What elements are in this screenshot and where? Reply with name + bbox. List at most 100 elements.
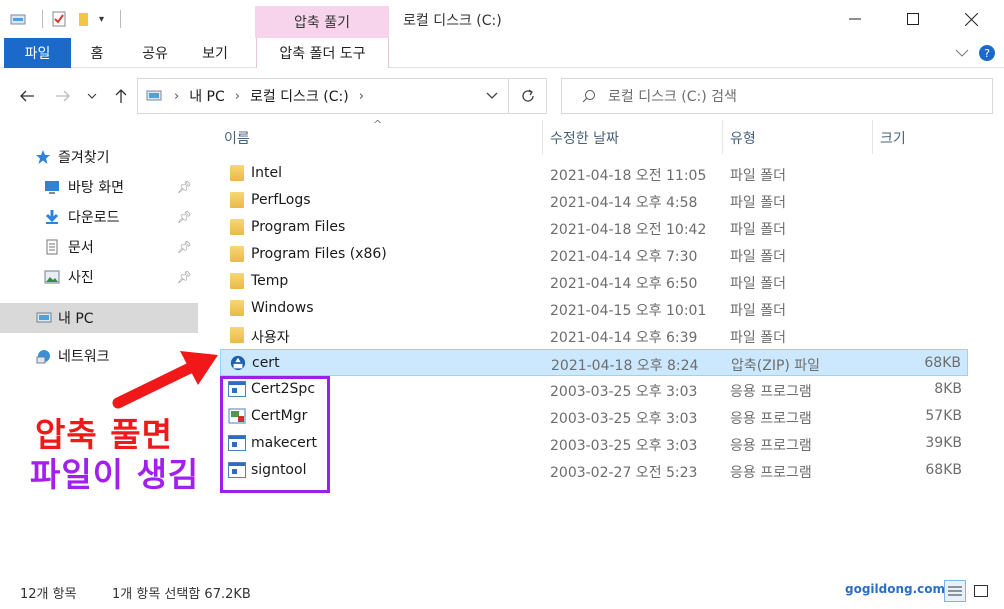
file-row[interactable]: makecert 2003-03-25 오후 3:03 응용 프로그램 39KB	[220, 430, 968, 457]
tab-share[interactable]: 공유	[133, 38, 177, 68]
drive-icon[interactable]	[10, 11, 26, 27]
picture-icon	[44, 270, 60, 284]
column-header-name[interactable]: 이름	[224, 128, 250, 148]
file-type: 파일 폴더	[730, 330, 786, 346]
ribbon-expand-icon[interactable]	[955, 48, 969, 58]
file-row[interactable]: Windows 2021-04-15 오후 10:01 파일 폴더	[220, 295, 968, 322]
maximize-button[interactable]	[884, 0, 942, 38]
file-name: Temp	[251, 273, 289, 289]
nav-this-pc[interactable]: 내 PC	[0, 303, 198, 333]
search-placeholder: 로컬 디스크 (C:) 검색	[608, 89, 737, 105]
folder-icon	[230, 273, 244, 289]
file-type: 파일 폴더	[730, 249, 786, 265]
nav-item-label: 다운로드	[68, 210, 120, 226]
nav-item-documents[interactable]: 문서 📌︎	[0, 233, 198, 261]
tab-view[interactable]: 보기	[193, 38, 237, 68]
file-row[interactable]: 사용자 2021-04-14 오후 6:39 파일 폴더	[220, 322, 968, 349]
column-header-size[interactable]: 크기	[880, 128, 906, 148]
file-row[interactable]: Program Files (x86) 2021-04-14 오후 7:30 파일 …	[220, 241, 968, 268]
nav-item-desktop[interactable]: 바탕 화면 📌︎	[0, 173, 198, 201]
pin-icon[interactable]: 📌︎	[177, 270, 192, 284]
nav-network-label: 네트워크	[58, 349, 110, 365]
folder-icon	[230, 192, 244, 208]
back-arrow-icon	[20, 90, 34, 102]
file-date: 2021-04-14 오후 6:50	[550, 276, 698, 292]
file-size: 68KB	[924, 355, 961, 371]
pin-icon[interactable]: 📌︎	[177, 180, 192, 194]
file-row[interactable]: Intel 2021-04-18 오전 11:05 파일 폴더	[220, 160, 968, 187]
details-view-button[interactable]	[944, 580, 966, 602]
tab-home[interactable]: 홈	[78, 38, 116, 68]
file-row[interactable]: Cert2Spc 2003-03-25 오후 3:03 응용 프로그램 8KB	[220, 376, 968, 403]
file-row[interactable]: Temp 2021-04-14 오후 6:50 파일 폴더	[220, 268, 968, 295]
tab-compressed-folder-tools[interactable]: 압축 폴더 도구	[256, 38, 389, 68]
file-date: 2021-04-14 오후 6:39	[550, 330, 698, 346]
recent-locations-button[interactable]	[84, 85, 100, 107]
breadcrumb-this-pc[interactable]: 내 PC	[189, 86, 225, 106]
maximize-icon	[907, 13, 919, 25]
file-type: 응용 프로그램	[730, 438, 812, 454]
file-type: 압축(ZIP) 파일	[731, 358, 821, 374]
file-date: 2021-04-14 오후 4:58	[550, 195, 698, 211]
file-size: 8KB	[934, 381, 962, 397]
nav-item-downloads[interactable]: 다운로드 📌︎	[0, 203, 198, 231]
annotation-arrow	[112, 351, 218, 409]
file-row[interactable]: signtool 2003-02-27 오전 5:23 응용 프로그램 68KB	[220, 457, 968, 484]
file-list: ^ 이름 수정한 날짜 유형 크기 Intel 2021-04-18 오전 11:…	[218, 118, 978, 572]
file-size: 39KB	[925, 435, 962, 451]
address-dropdown-icon[interactable]	[486, 92, 498, 100]
address-bar[interactable]: › 내 PC › 로컬 디스크 (C:) ›	[137, 78, 509, 114]
file-date: 2021-04-15 오후 10:01	[550, 303, 707, 319]
pin-icon[interactable]: 📌︎	[177, 210, 192, 224]
file-size: 57KB	[925, 408, 962, 424]
nav-quick-access[interactable]: 즐겨찾기	[0, 143, 198, 171]
folder-icon	[230, 327, 244, 343]
breadcrumb-separator-icon[interactable]: ›	[235, 89, 240, 104]
ribbon-tabs: 파일 홈 공유 보기 압축 폴더 도구 ?	[0, 38, 1004, 68]
minimize-button[interactable]	[826, 0, 884, 38]
up-button[interactable]	[110, 85, 132, 107]
pc-icon	[146, 90, 162, 101]
close-button[interactable]	[942, 0, 1000, 38]
tab-file[interactable]: 파일	[4, 38, 71, 68]
new-folder-icon[interactable]	[75, 11, 91, 27]
nav-this-pc-label: 내 PC	[58, 311, 94, 327]
file-row[interactable]: PerfLogs 2021-04-14 오후 4:58 파일 폴더	[220, 187, 968, 214]
forward-button[interactable]	[52, 85, 74, 107]
file-row[interactable]: cert 2021-04-18 오후 8:24 압축(ZIP) 파일 68KB	[220, 349, 968, 376]
breadcrumb-separator-icon[interactable]: ›	[359, 89, 364, 104]
refresh-button[interactable]	[509, 78, 547, 114]
file-name: Program Files	[251, 219, 346, 235]
help-icon[interactable]: ?	[978, 44, 996, 62]
file-row[interactable]: CertMgr 2003-03-25 오후 3:03 응용 프로그램 57KB	[220, 403, 968, 430]
network-icon	[36, 350, 50, 364]
nav-item-label: 문서	[68, 240, 94, 256]
back-button[interactable]	[16, 85, 38, 107]
quick-access-toolbar: ▾	[10, 10, 122, 28]
large-icons-view-button[interactable]	[970, 580, 992, 602]
file-row[interactable]: Program Files 2021-04-18 오전 10:42 파일 폴더	[220, 214, 968, 241]
nav-item-pictures[interactable]: 사진 📌︎	[0, 263, 198, 291]
selection-info: 1개 항목 선택함 67.2KB	[112, 587, 251, 602]
refresh-icon	[521, 89, 534, 102]
context-tab-header: 압축 풀기	[255, 6, 389, 38]
download-icon	[45, 210, 59, 224]
breadcrumb-separator-icon[interactable]: ›	[174, 89, 179, 104]
nav-item-label: 바탕 화면	[68, 180, 124, 196]
column-header-type[interactable]: 유형	[730, 128, 756, 148]
pin-icon[interactable]: 📌︎	[177, 240, 192, 254]
file-name: Windows	[251, 300, 314, 316]
sort-ascending-icon: ^	[373, 118, 383, 131]
window-title: 로컬 디스크 (C:)	[403, 13, 502, 29]
highlight-box	[220, 376, 330, 493]
breadcrumb-local-disk[interactable]: 로컬 디스크 (C:)	[250, 86, 349, 106]
properties-icon[interactable]	[51, 11, 67, 27]
nav-quick-access-label: 즐겨찾기	[58, 150, 110, 166]
status-bar: 12개 항목 1개 항목 선택함 67.2KB gogildong.com	[0, 572, 1004, 609]
column-header-date[interactable]: 수정한 날짜	[550, 128, 619, 148]
watermark: gogildong.com	[845, 582, 946, 596]
forward-arrow-icon	[56, 90, 70, 102]
qat-dropdown-icon[interactable]: ▾	[99, 14, 104, 25]
folder-icon	[230, 300, 244, 316]
search-box[interactable]: 로컬 디스크 (C:) 검색	[561, 78, 993, 114]
